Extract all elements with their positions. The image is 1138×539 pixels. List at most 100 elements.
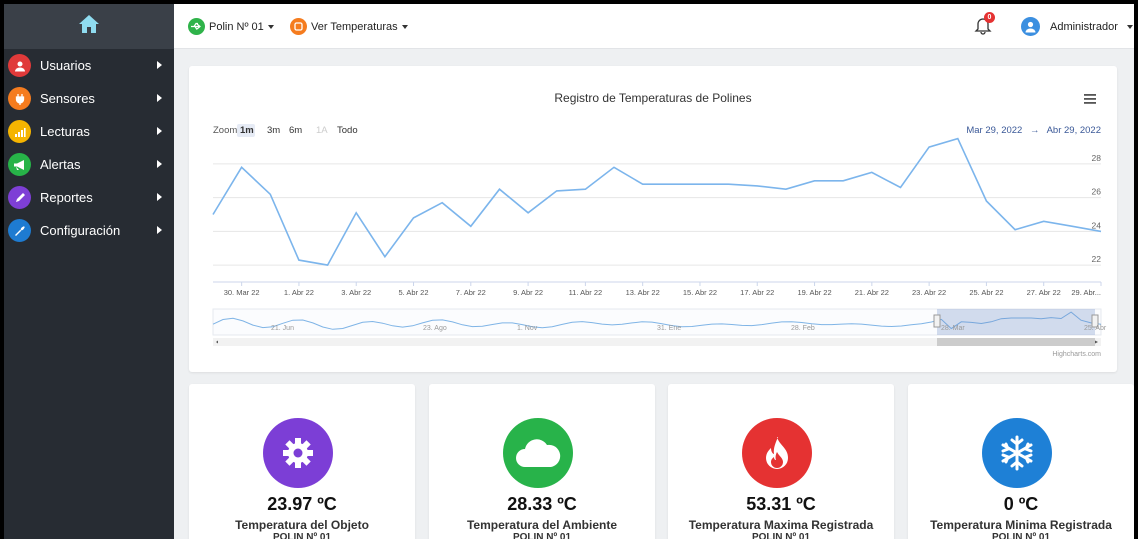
series-line[interactable] [212,137,1102,266]
data-point[interactable] [956,137,959,140]
megaphone-icon [8,153,31,176]
stat-subtitle: POLIN Nº 01 [991,532,1051,539]
sidebar-item-alertas[interactable]: Alertas [4,148,174,181]
data-point[interactable] [355,211,358,214]
data-point[interactable] [842,179,845,182]
data-point[interactable] [899,186,902,189]
home-icon[interactable] [78,14,100,39]
stat-card: 0 ºC Temperatura Minima Registrada POLIN N… [908,384,1134,539]
sidebar-item-configuracin[interactable]: Configuración [4,214,174,247]
gear-icon [263,418,333,488]
data-point[interactable] [297,259,300,262]
stat-card: 28.33 ºC Temperatura del Ambiente POLIN Nº… [429,384,655,539]
data-point[interactable] [269,193,272,196]
stat-title: Temperatura Minima Registrada [930,518,1112,532]
x-tick-label: 27. Abr 22 [1027,288,1061,297]
wrench-icon [8,219,31,242]
data-point[interactable] [1042,220,1045,223]
x-tick-label: 11. Abr 22 [569,288,603,297]
navigator-label: 23. Ago [423,325,447,332]
data-point[interactable] [412,216,415,219]
sidebar-header [4,4,174,49]
data-point[interactable] [383,255,386,258]
data-point[interactable] [641,183,644,186]
caret-down-icon [267,24,274,29]
caret-right-icon [157,94,162,102]
data-point[interactable] [1100,230,1103,233]
data-point[interactable] [326,264,329,267]
sidebar-item-label: Lecturas [40,124,90,139]
zoom-button-1a[interactable]: 1A [316,125,328,136]
stat-value: 23.97 ºC [267,494,337,514]
navigator-label: 31. Ene [657,325,681,332]
temps-dropdown[interactable]: Ver Temperaturas [290,4,408,49]
notifications-button[interactable]: 0 [974,12,996,38]
svg-text:3m: 3m [267,125,280,136]
avatar [1021,17,1040,36]
plug-icon [8,87,31,110]
pencil-icon [8,186,31,209]
zoom-button-1m[interactable]: 1m [237,124,255,137]
data-point[interactable] [670,183,673,186]
data-point[interactable] [756,184,759,187]
data-point[interactable] [784,188,787,191]
data-point[interactable] [698,183,701,186]
scrollbar-thumb[interactable] [937,338,1095,346]
zoom-button-6m[interactable]: 6m [289,125,302,136]
user-menu[interactable]: Administrador [1021,4,1133,49]
polin-dropdown[interactable]: Polin Nº 01 [188,4,274,49]
chart-scrollbar[interactable] [213,338,1101,346]
data-point[interactable] [555,189,558,192]
temperature-chart-card: Registro de Temperaturas de Polines Zoom… [189,66,1117,372]
svg-text:1m: 1m [240,125,254,136]
date-range[interactable]: Mar 29, 2022 → Abr 29, 2022 [966,125,1101,136]
data-point[interactable] [498,188,501,191]
data-point[interactable] [527,211,530,214]
sidebar-item-usuarios[interactable]: Usuarios [4,49,174,82]
y-tick-label: 26 [1092,187,1102,197]
data-point[interactable] [1014,228,1017,231]
data-point[interactable] [613,166,616,169]
navigator-label: 28. Mar [941,325,965,332]
snowflake-icon [982,418,1052,488]
chart-menu-icon[interactable] [1084,94,1096,104]
data-point[interactable] [240,166,243,169]
caret-right-icon [157,193,162,201]
data-point[interactable] [870,171,873,174]
chart-credits[interactable]: Highcharts.com [1052,351,1101,358]
data-point[interactable] [584,188,587,191]
zoom-label: Zoom [213,125,237,136]
navigator-label: 28. Feb [791,325,815,332]
data-point[interactable] [928,146,931,149]
navigator-handle-left[interactable] [933,314,941,328]
sidebar-item-label: Usuarios [40,58,92,73]
data-point[interactable] [1071,225,1074,228]
data-point[interactable] [985,200,988,203]
sidebar-item-label: Alertas [40,157,81,172]
thermometer-icon [290,18,307,35]
stat-title: Temperatura Maxima Registrada [688,518,874,532]
polin-dropdown-label: Polin Nº 01 [209,20,264,33]
x-tick-label: 7. Abr 22 [456,288,486,297]
sidebar: Usuarios Sensores Lecturas Alertas Reportes C… [4,4,174,539]
navigator-label: 21. Jun [271,325,294,332]
x-tick-label: 9. Abr 22 [513,288,543,297]
data-point[interactable] [441,201,444,204]
range-arrow: → [1030,125,1040,136]
x-tick-label: 3. Abr 22 [341,288,371,297]
zoom-button-3m[interactable]: 3m [267,125,280,136]
x-tick-label: 25. Abr 22 [969,288,1003,297]
data-point[interactable] [469,225,472,228]
stat-value: 28.33 ºC [507,494,577,514]
data-point[interactable] [813,179,816,182]
data-point[interactable] [212,213,215,216]
chart-navigator[interactable]: 21. Jun 23. Ago 1. Nov 31. Ene 28. Feb 28. Ma… [212,308,1107,336]
zoom-button-todo[interactable]: Todo [337,125,358,136]
data-point[interactable] [727,183,730,186]
sidebar-item-sensores[interactable]: Sensores [4,82,174,115]
sidebar-item-reportes[interactable]: Reportes [4,181,174,214]
navigator-label: 1. Nov [517,325,538,332]
svg-text:Todo: Todo [337,125,358,136]
user-icon [8,54,31,77]
sidebar-item-lecturas[interactable]: Lecturas [4,115,174,148]
